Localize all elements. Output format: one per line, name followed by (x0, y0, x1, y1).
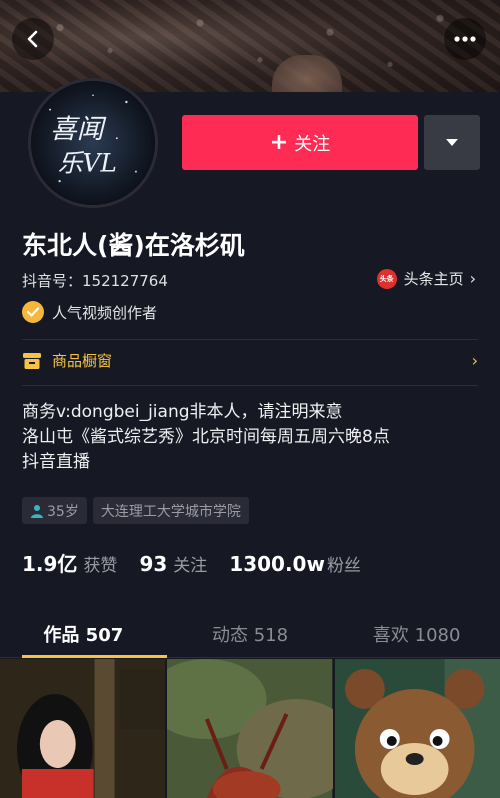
likes-label: 获赞 (83, 556, 118, 576)
profile-tabs: 作品 507 动态 518 喜欢 1080 (0, 610, 500, 658)
video-grid (0, 659, 500, 798)
age-tag: 35岁 (22, 497, 87, 524)
douyin-id: 抖音号：152127764 (22, 272, 168, 290)
tab-works[interactable]: 作品 507 (0, 610, 167, 658)
avatar-logo-line2: 乐VL (58, 149, 117, 178)
video-thumbnail[interactable] (167, 659, 333, 798)
video-thumbnail[interactable] (334, 659, 500, 798)
divider (22, 385, 478, 386)
triangle-down-icon (446, 139, 458, 146)
follow-label: 关注 (294, 133, 331, 155)
chevron-right-icon: › (469, 269, 476, 288)
creator-badge-label: 人气视频创作者 (52, 303, 158, 322)
tab-likes[interactable]: 喜欢 1080 (333, 610, 500, 657)
creator-badge: 人气视频创作者 (22, 301, 157, 323)
toutiao-homepage-link[interactable]: 头条 头条主页 › (376, 268, 476, 289)
profile-tags: 35岁 大连理工大学城市学院 (22, 497, 249, 524)
chevron-left-icon (27, 30, 38, 48)
bio-line: 抖音直播 (22, 452, 90, 472)
toutiao-label: 头条主页 (403, 270, 464, 288)
following-label[interactable]: 关注 (173, 551, 207, 576)
recommend-dropdown-button[interactable] (424, 115, 480, 170)
school-tag: 大连理工大学城市学院 (92, 497, 249, 524)
followers-label[interactable]: 粉丝 (327, 551, 361, 576)
chevron-right-icon: › (471, 351, 478, 370)
back-button[interactable] (12, 18, 54, 60)
avatar-logo-line1: 喜闻 (50, 114, 107, 145)
follow-button[interactable]: + 关注 (182, 115, 418, 170)
school-label: 大连理工大学城市学院 (100, 503, 241, 520)
likes-count: 1.9亿 (22, 552, 78, 576)
age-label: 35岁 (47, 503, 79, 520)
divider (22, 339, 478, 340)
followers-count[interactable]: 1300.0w (229, 552, 325, 576)
shop-window-label: 商品橱窗 (52, 352, 113, 370)
profile-bio: 商务v:dongbei_jiang非本人，请注明来意 洛山屯《酱式综艺秀》北京时… (22, 400, 390, 475)
plus-icon: + (269, 130, 289, 155)
check-icon (22, 301, 44, 323)
bio-line: 洛山屯《酱式综艺秀》北京时间每周五周六晚8点 (22, 427, 390, 447)
profile-name: 东北人(酱)在洛杉矶 (22, 231, 245, 260)
tab-activity[interactable]: 动态 518 (167, 610, 334, 657)
following-count[interactable]: 93 (139, 552, 167, 576)
shop-window-link[interactable]: 商品橱窗 › (22, 350, 478, 371)
more-dots-icon (454, 36, 476, 42)
avatar[interactable]: 喜闻 乐VL (28, 78, 158, 208)
bio-line: 商务v:dongbei_jiang非本人，请注明来意 (22, 402, 343, 422)
more-button[interactable] (444, 18, 486, 60)
toutiao-icon: 头条 (376, 268, 397, 289)
profile-cover-image (0, 0, 500, 92)
profile-stats: 1.9亿 获赞 93 关注 1300.0w 粉丝 (22, 548, 383, 577)
video-thumbnail[interactable] (0, 659, 166, 798)
shop-icon (23, 352, 41, 369)
person-icon (31, 504, 43, 518)
